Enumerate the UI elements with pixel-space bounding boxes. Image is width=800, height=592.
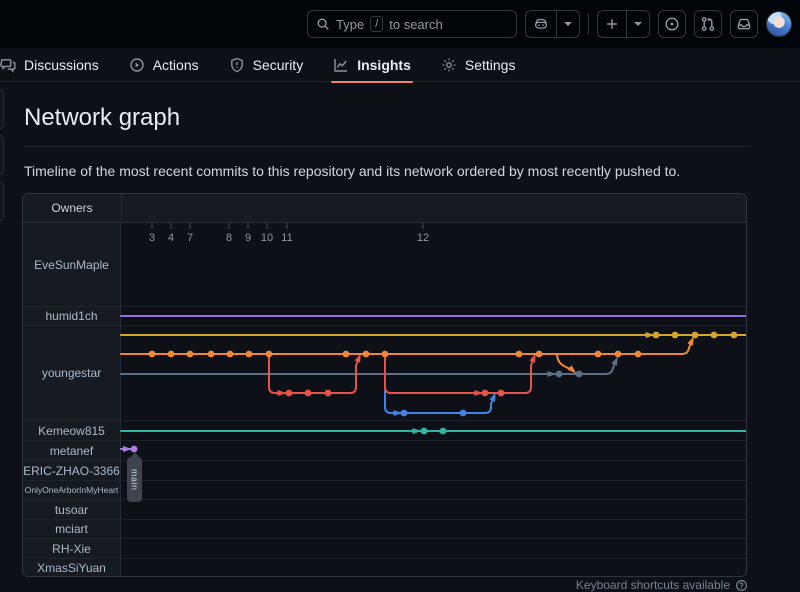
tab-settings[interactable]: Settings	[431, 48, 526, 82]
search-placeholder-suffix: to search	[389, 17, 442, 32]
copilot-button[interactable]	[525, 10, 580, 38]
axis-tick-label: 4	[168, 232, 174, 244]
shield-icon	[229, 57, 245, 73]
play-icon	[129, 57, 145, 73]
commit-dot[interactable]	[363, 351, 370, 358]
commit-dot[interactable]	[325, 390, 332, 397]
commit-dot[interactable]	[168, 351, 175, 358]
pull-requests-button[interactable]	[694, 10, 722, 38]
commit-dot[interactable]	[208, 351, 215, 358]
commit-dot[interactable]	[653, 332, 660, 339]
commit-dot[interactable]	[305, 390, 312, 397]
commit-dot[interactable]	[149, 351, 156, 358]
axis-tick-label: 8	[226, 232, 232, 244]
avatar[interactable]	[766, 11, 792, 37]
create-new-button[interactable]	[597, 10, 650, 38]
commit-dot[interactable]	[731, 332, 738, 339]
shortcuts-hint-text: Keyboard shortcuts available	[576, 578, 730, 592]
commit-dot[interactable]	[595, 351, 602, 358]
inbox-icon	[736, 16, 752, 32]
chevron-down-icon	[634, 22, 642, 26]
commit-dot[interactable]	[227, 351, 234, 358]
graph-icon	[333, 57, 349, 73]
commit-dot[interactable]	[401, 410, 408, 417]
commit-dot[interactable]	[615, 351, 622, 358]
commit-dot[interactable]	[440, 428, 447, 435]
search-placeholder-prefix: Type	[336, 17, 364, 32]
gear-icon	[441, 57, 457, 73]
title-divider	[24, 146, 750, 147]
inbox-button[interactable]	[730, 10, 758, 38]
header-divider	[588, 14, 589, 34]
comment-discussion-icon	[0, 57, 16, 73]
commit-dot[interactable]	[482, 390, 489, 397]
commit-dot[interactable]	[711, 332, 718, 339]
network-graph-svg[interactable]: 3 4 7 8 9 10 11 12	[23, 194, 747, 577]
chevron-down-icon	[564, 22, 572, 26]
create-menu-caret[interactable]	[626, 11, 649, 37]
branch-label-text: main	[130, 469, 140, 491]
commit-dot[interactable]	[672, 332, 679, 339]
commit-dot[interactable]	[246, 351, 253, 358]
axis-tick-label: 11	[281, 232, 292, 244]
merge-arrow	[413, 428, 422, 434]
repo-nav-tabs: Discussions Actions Security Insights Settin…	[0, 48, 800, 82]
branch-fork-orange	[121, 335, 697, 357]
axis-tick-label: 7	[187, 232, 193, 244]
commit-dot[interactable]	[266, 351, 273, 358]
main-content: Network graph Timeline of the most recen…	[0, 82, 800, 577]
commit-dot[interactable]	[498, 390, 505, 397]
tab-discussions[interactable]: Discussions	[0, 48, 109, 82]
page-description: Timeline of the most recent commits to t…	[24, 163, 776, 179]
keyboard-shortcuts-hint[interactable]: Keyboard shortcuts available	[576, 578, 748, 592]
git-pull-request-icon	[700, 16, 716, 32]
issue-opened-icon	[664, 16, 680, 32]
commit-dot[interactable]	[635, 351, 642, 358]
tab-label: Settings	[465, 57, 516, 73]
copilot-icon[interactable]	[526, 11, 556, 37]
commit-dot[interactable]	[382, 351, 389, 358]
issues-button[interactable]	[658, 10, 686, 38]
merge-arrow	[278, 390, 287, 396]
merge-arrow	[548, 371, 557, 377]
network-graph-table: Owners EveSunMaplehumid1chyoungestarKeme…	[22, 193, 747, 577]
tab-label: Insights	[357, 57, 411, 73]
tab-label: Actions	[153, 57, 199, 73]
commit-dot[interactable]	[516, 351, 523, 358]
tab-security[interactable]: Security	[219, 48, 314, 82]
commit-dot[interactable]	[421, 428, 428, 435]
search-icon	[316, 17, 330, 31]
commit-dot[interactable]	[556, 371, 563, 378]
commit-dot[interactable]	[286, 390, 293, 397]
commit-dot[interactable]	[187, 351, 194, 358]
copilot-menu-caret[interactable]	[556, 11, 579, 37]
branch-kemeow815-main	[121, 428, 747, 435]
global-search-input[interactable]: Type / to search	[307, 10, 517, 38]
branch-fork-yellow	[121, 332, 747, 339]
branch-fork-gray	[121, 355, 621, 377]
commit-dot[interactable]	[536, 351, 543, 358]
commit-dot[interactable]	[460, 410, 467, 417]
plus-icon[interactable]	[598, 11, 626, 37]
axis-tick-label: 3	[149, 232, 155, 244]
page-title: Network graph	[24, 104, 776, 132]
branch-label-main[interactable]: main	[127, 457, 142, 502]
top-header: Type / to search	[0, 0, 800, 48]
slash-key-hint: /	[370, 16, 383, 32]
tab-label: Security	[253, 57, 304, 73]
commit-dot[interactable]	[343, 351, 350, 358]
tab-insights[interactable]: Insights	[323, 48, 421, 82]
axis-tick-label: 9	[245, 232, 251, 244]
commit-dot[interactable]	[692, 332, 699, 339]
axis-tick-label: 10	[261, 232, 273, 244]
tab-actions[interactable]: Actions	[119, 48, 209, 82]
commit-dot[interactable]	[576, 371, 583, 378]
axis-tick-label: 12	[417, 232, 429, 244]
question-circle-icon	[735, 579, 748, 592]
tab-label: Discussions	[24, 57, 99, 73]
